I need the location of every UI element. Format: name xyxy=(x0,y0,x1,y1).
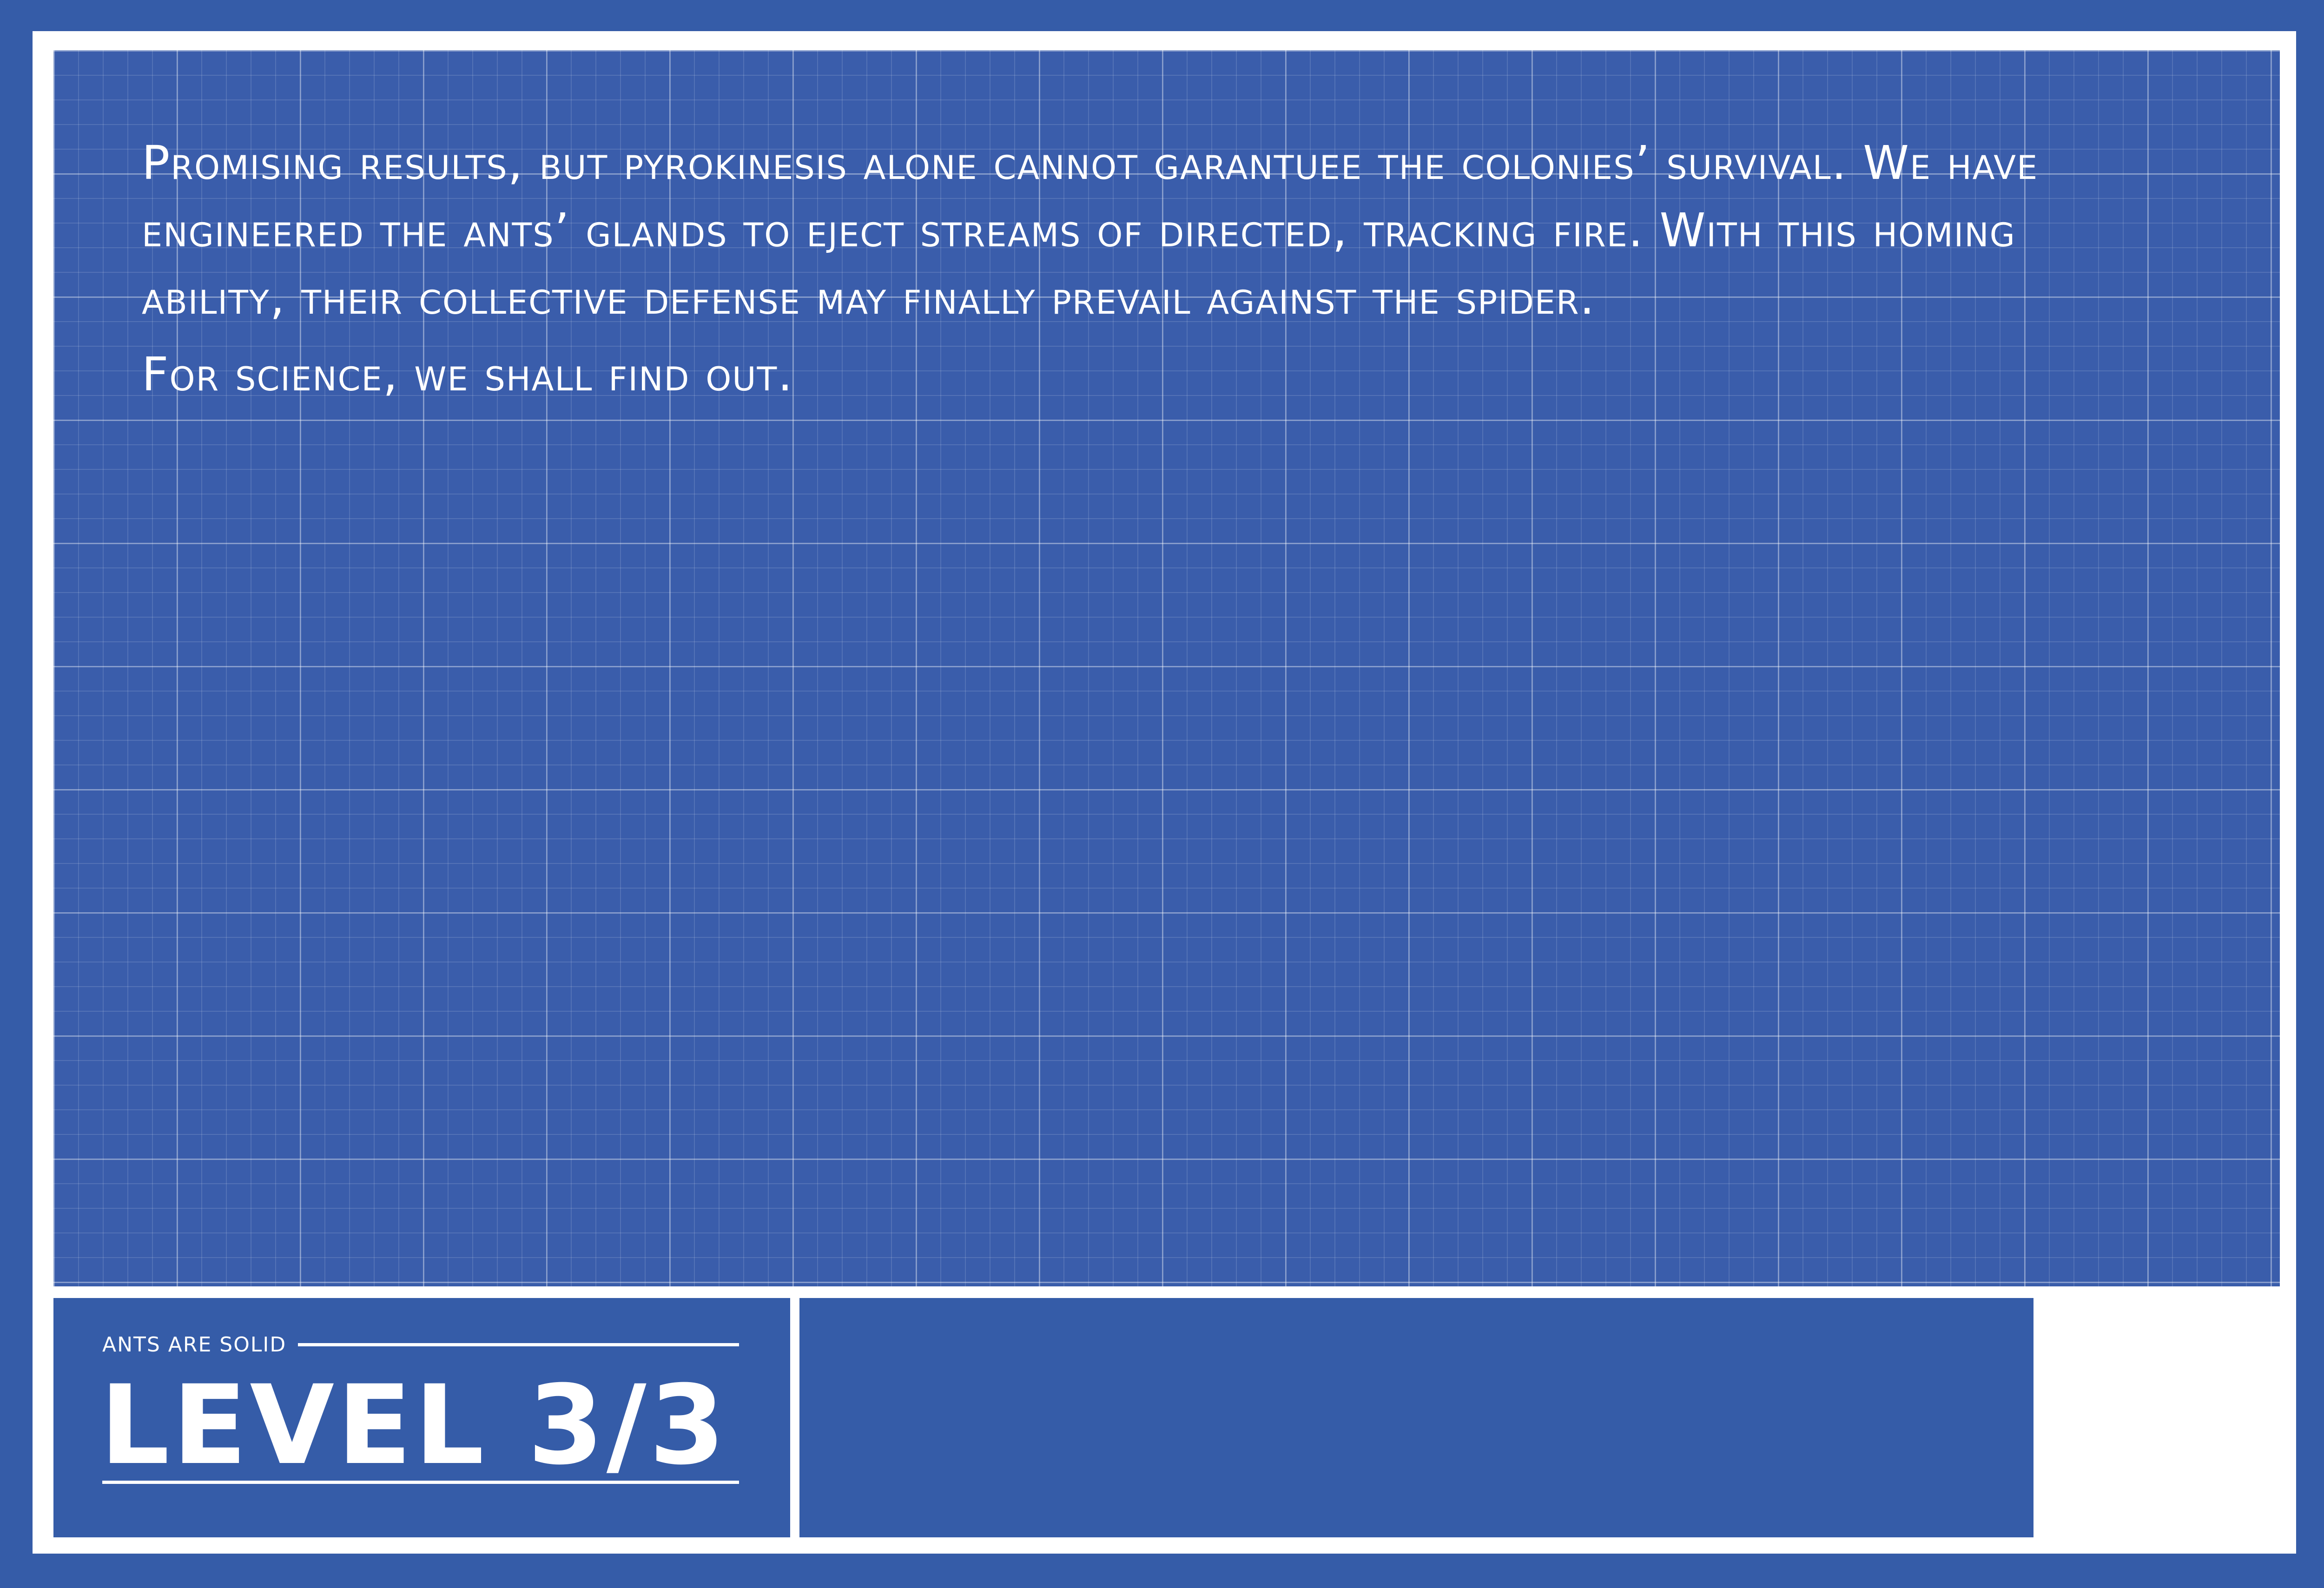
blank-panel xyxy=(2043,1298,2280,1537)
game-name: ants are solid xyxy=(102,1332,287,1357)
story-text: Promising results, but pyrokinesis alone… xyxy=(142,129,2094,408)
game-name-row: ants are solid xyxy=(102,1331,739,1358)
story-paragraph-1: Promising results, but pyrokinesis alone… xyxy=(142,136,2039,325)
level-bottom-rule xyxy=(102,1481,739,1484)
blueprint-grid-panel: Promising results, but pyrokinesis alone… xyxy=(53,50,2280,1286)
story-paragraph-2: For science, we shall find out. xyxy=(142,347,794,402)
level-title-block: ants are solid LEVEL 3/3 xyxy=(53,1298,790,1537)
level-indicator: LEVEL 3/3 xyxy=(100,1362,728,1489)
notes-panel xyxy=(799,1298,2034,1537)
game-name-rule xyxy=(298,1343,739,1346)
